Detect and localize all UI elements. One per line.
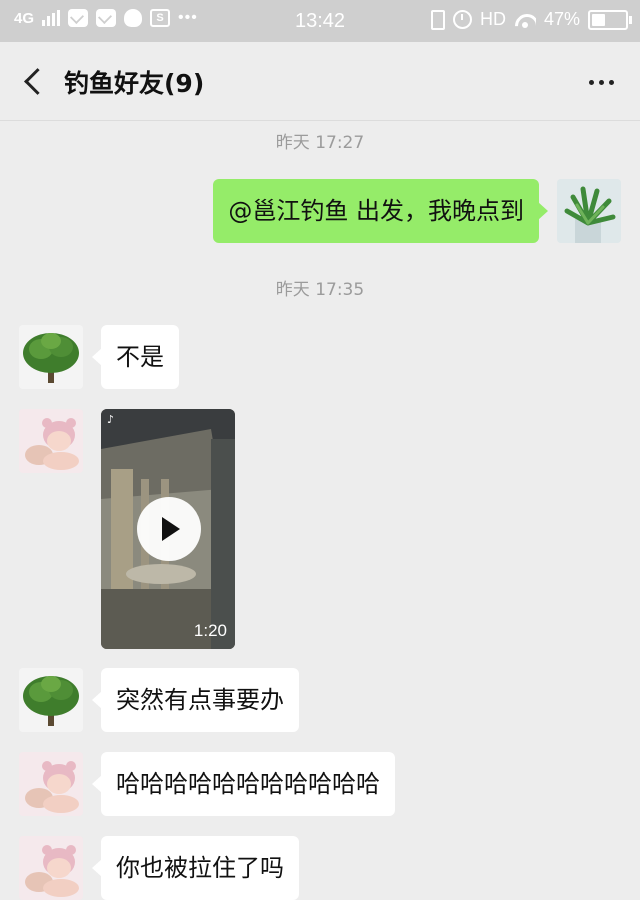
hd-label: HD — [479, 9, 506, 29]
member-avatar-baby[interactable] — [19, 409, 83, 473]
chat-title: 钓鱼好友(9) — [64, 69, 205, 98]
battery-percent: 47% — [543, 9, 580, 29]
back-button[interactable] — [18, 64, 48, 98]
member-avatar-tree[interactable] — [19, 325, 83, 389]
member-avatar-baby[interactable] — [19, 836, 83, 900]
video-message[interactable]: ♪ 1:20 — [101, 409, 235, 649]
status-right: HD 47% — [430, 9, 632, 30]
baby-avatar-image — [19, 836, 83, 900]
received-message-bubble[interactable]: 哈哈哈哈哈哈哈哈哈哈哈 — [92, 752, 395, 816]
received-message-bubble[interactable]: 不是 — [92, 325, 179, 389]
sent-message-bubble[interactable]: @邕江钓鱼 出发，我晚点到 — [213, 179, 548, 243]
wifi-icon — [514, 12, 536, 28]
play-button[interactable] — [137, 497, 201, 561]
alarm-icon — [452, 10, 472, 29]
more-options-button[interactable] — [589, 80, 614, 85]
vibrate-icon — [430, 9, 445, 30]
battery-fill — [592, 13, 605, 26]
status-bar: 4G S ••• 13:42 HD 47% — [0, 0, 640, 434]
tree-avatar-image — [19, 668, 83, 732]
message-timestamp: 昨天 17:35 — [275, 280, 365, 300]
video-duration: 1:20 — [193, 621, 227, 640]
message-timestamp: 昨天 17:27 — [275, 133, 365, 153]
battery-icon — [588, 9, 632, 30]
baby-avatar-image — [19, 752, 83, 816]
baby-avatar-image — [19, 409, 83, 473]
tiktok-icon: ♪ — [107, 413, 115, 426]
member-avatar-baby[interactable] — [19, 752, 83, 816]
received-message-bubble[interactable]: 突然有点事要办 — [92, 668, 299, 732]
tree-avatar-image — [19, 325, 83, 389]
received-message-bubble[interactable]: 你也被拉住了吗 — [92, 836, 299, 900]
plant-avatar-image — [557, 179, 621, 243]
my-avatar[interactable] — [557, 179, 621, 243]
member-avatar-tree[interactable] — [19, 668, 83, 732]
chat-header: 钓鱼好友(9) — [0, 42, 640, 121]
